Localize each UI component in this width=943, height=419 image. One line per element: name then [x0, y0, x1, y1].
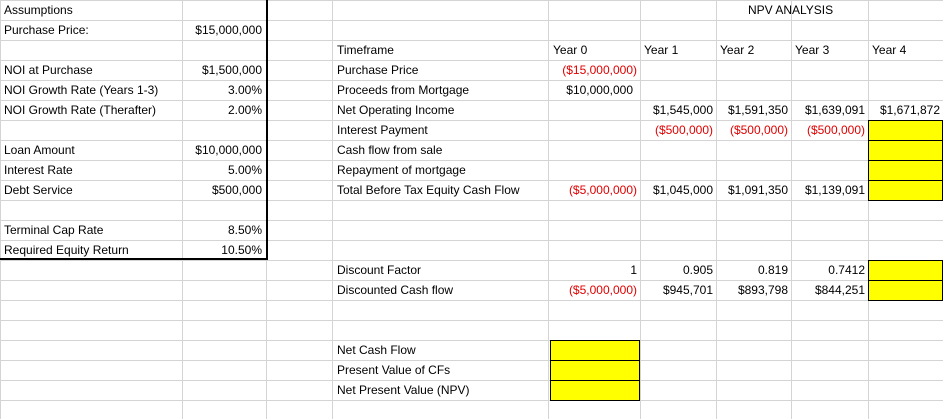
cap-rate-value[interactable]: 8.50% — [182, 220, 262, 240]
equity-return-value[interactable]: 10.50% — [182, 240, 262, 260]
debt-value[interactable]: $500,000 — [182, 180, 262, 200]
repay-label[interactable]: Repayment of mortgage — [337, 160, 466, 180]
assumptions-header[interactable]: Assumptions — [4, 0, 73, 20]
year2-header[interactable]: Year 2 — [720, 40, 754, 60]
cash-sale-label[interactable]: Cash flow from sale — [337, 140, 442, 160]
year3-header[interactable]: Year 3 — [795, 40, 829, 60]
year4-header[interactable]: Year 4 — [872, 40, 906, 60]
discount-y2[interactable]: 0.819 — [716, 260, 788, 280]
loan-value[interactable]: $10,000,000 — [182, 140, 262, 160]
spreadsheet-grid[interactable]: Assumptions Purchase Price: $15,000,000 … — [0, 0, 943, 419]
year1-header[interactable]: Year 1 — [644, 40, 678, 60]
discount-label[interactable]: Discount Factor — [337, 260, 421, 280]
noi-y3[interactable]: $1,639,091 — [791, 100, 865, 120]
total-y0[interactable]: ($5,000,000) — [548, 180, 637, 200]
net-cash-label[interactable]: Net Cash Flow — [337, 340, 416, 360]
input-cell-total-y4[interactable] — [868, 180, 943, 201]
growth1-label[interactable]: NOI Growth Rate (Years 1-3) — [4, 80, 158, 100]
noi-label[interactable]: NOI at Purchase — [4, 60, 93, 80]
interest-y2[interactable]: ($500,000) — [716, 120, 788, 140]
input-cell-npv[interactable] — [550, 380, 640, 401]
npv-label[interactable]: Net Present Value (NPV) — [337, 380, 470, 400]
mortgage-y0[interactable]: $10,000,000 — [548, 80, 633, 100]
total-y2[interactable]: $1,091,350 — [716, 180, 788, 200]
interest-y1[interactable]: ($500,000) — [640, 120, 713, 140]
growth2-label[interactable]: NOI Growth Rate (Therafter) — [4, 100, 156, 120]
debt-label[interactable]: Debt Service — [4, 180, 73, 200]
input-cell-interest-y4[interactable] — [868, 120, 943, 141]
noi-y4[interactable]: $1,671,872 — [868, 100, 940, 120]
purchase-label[interactable]: Purchase Price — [337, 60, 418, 80]
noi-value[interactable]: $1,500,000 — [182, 60, 262, 80]
pv-label[interactable]: Present Value of CFs — [337, 360, 450, 380]
purchase-price-label[interactable]: Purchase Price: — [4, 20, 89, 40]
interest-label[interactable]: Interest Rate — [4, 160, 73, 180]
total-y1[interactable]: $1,045,000 — [640, 180, 713, 200]
dcf-y2[interactable]: $893,798 — [716, 280, 788, 300]
npv-title[interactable]: NPV ANALYSIS — [748, 0, 833, 20]
total-y3[interactable]: $1,139,091 — [791, 180, 865, 200]
column-line — [640, 0, 641, 419]
noi-y1[interactable]: $1,545,000 — [640, 100, 713, 120]
column-line — [868, 0, 869, 419]
year0-header[interactable]: Year 0 — [553, 40, 587, 60]
purchase-price-value[interactable]: $15,000,000 — [182, 20, 262, 40]
interest-value[interactable]: 5.00% — [182, 160, 262, 180]
dcf-y0[interactable]: ($5,000,000) — [548, 280, 637, 300]
discount-y3[interactable]: 0.7412 — [791, 260, 865, 280]
interest-row-label[interactable]: Interest Payment — [337, 120, 428, 140]
interest-y3[interactable]: ($500,000) — [791, 120, 865, 140]
cap-rate-label[interactable]: Terminal Cap Rate — [4, 220, 103, 240]
input-cell-dcf-y4[interactable] — [868, 280, 943, 301]
growth2-value[interactable]: 2.00% — [182, 100, 262, 120]
column-line — [716, 0, 717, 419]
input-cell-net-cash[interactable] — [550, 340, 640, 361]
purchase-y0[interactable]: ($15,000,000) — [548, 60, 637, 80]
noi-y2[interactable]: $1,591,350 — [716, 100, 788, 120]
timeframe-label[interactable]: Timeframe — [337, 40, 394, 60]
input-cell-repay-y4[interactable] — [868, 160, 943, 181]
discount-y0[interactable]: 1 — [548, 260, 637, 280]
growth1-value[interactable]: 3.00% — [182, 80, 262, 100]
equity-return-label[interactable]: Required Equity Return — [4, 240, 129, 260]
input-cell-discount-y4[interactable] — [868, 260, 943, 281]
dcf-label[interactable]: Discounted Cash flow — [337, 280, 453, 300]
column-line — [332, 0, 333, 419]
dcf-y3[interactable]: $844,251 — [791, 280, 865, 300]
input-cell-pv[interactable] — [550, 360, 640, 381]
column-line — [791, 0, 792, 419]
input-cell-sale-y4[interactable] — [868, 140, 943, 161]
noi-row-label[interactable]: Net Operating Income — [337, 100, 454, 120]
discount-y1[interactable]: 0.905 — [640, 260, 713, 280]
dcf-y1[interactable]: $945,701 — [640, 280, 713, 300]
total-label[interactable]: Total Before Tax Equity Cash Flow — [337, 180, 520, 200]
mortgage-label[interactable]: Proceeds from Mortgage — [337, 80, 469, 100]
loan-label[interactable]: Loan Amount — [4, 140, 75, 160]
